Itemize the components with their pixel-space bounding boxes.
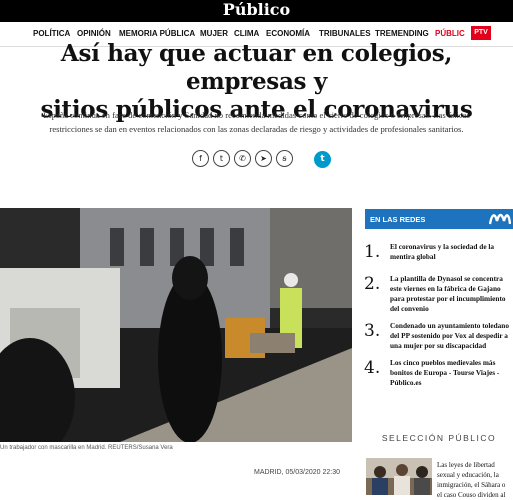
tumblr-icon[interactable]: t <box>314 151 331 168</box>
redes-item-line: este viernes en la fábrica de Gajano <box>390 284 501 293</box>
article-photo <box>0 208 352 442</box>
redes-item-line: una mujer por su discapacidad <box>390 341 487 350</box>
nav-item-tribunales[interactable]: TRIBUNALES <box>319 29 371 38</box>
redes-item-number: 4. <box>364 358 381 378</box>
article-intro: España continúa en fase de contención y … <box>10 108 503 136</box>
nav-item-economia[interactable]: ECONOMÍA <box>266 29 310 38</box>
redes-item-line: Condenado un ayuntamiento toledano <box>390 321 510 330</box>
redes-item-number: 3. <box>364 321 381 341</box>
redes-item-text[interactable]: El coronavirus y la sociedad de la menti… <box>390 242 513 262</box>
redes-item-line: mentira global <box>390 252 436 261</box>
telegram-icon[interactable]: ➤ <box>255 150 272 167</box>
whatsapp-icon[interactable]: ✆ <box>234 150 251 167</box>
redes-item-number: 1. <box>364 242 381 262</box>
redes-item-line: El coronavirus y la sociedad de la <box>390 242 495 251</box>
redes-item-line: del PP sostenido por Vox al despedir a <box>390 331 508 340</box>
article-title-line-1: Así hay que actuar en colegios, empresas… <box>60 40 453 95</box>
nav-item-politica[interactable]: POLÍTICA <box>33 29 70 38</box>
article-dateline: MADRID, 05/03/2020 22:30 <box>254 469 340 476</box>
redes-item-line: Los cinco pueblos medievales más <box>390 358 496 367</box>
redes-item-line: La plantilla de Dynasol se concentra <box>390 274 503 283</box>
redes-item-line: Público.es <box>390 378 422 387</box>
nav-item-tremending[interactable]: TREMENDING <box>375 29 429 38</box>
ptv-badge[interactable]: PTV <box>471 26 491 40</box>
nav-item-public[interactable]: PÚBLIC <box>435 29 465 38</box>
redes-item-text[interactable]: Condenado un ayuntamiento toledano del P… <box>390 321 513 351</box>
redes-item-number: 2. <box>364 274 381 294</box>
seleccion-line: el caso Couso dividen al <box>437 491 506 499</box>
publico-logo[interactable]: Público <box>0 0 513 22</box>
nav-item-clima[interactable]: CLIMA <box>234 29 259 38</box>
redes-item-text[interactable]: La plantilla de Dynasol se concentra est… <box>390 274 513 314</box>
seleccion-line: Las leyes de libertad <box>437 461 495 469</box>
nav-item-mujer[interactable]: MUJER <box>200 29 228 38</box>
seleccion-article-text[interactable]: Las leyes de libertad sexual y educación… <box>437 460 513 500</box>
nav-item-memoria-publica[interactable]: MEMORIA PÚBLICA <box>119 29 195 38</box>
redes-item-text[interactable]: Los cinco pueblos medievales más bonitos… <box>390 358 513 388</box>
redes-item-line: para protestar por el incumplimiento <box>390 294 506 303</box>
redes-item-line: bonitos de Europa - Tourse Viajes - <box>390 368 500 377</box>
redes-item-line: del convenio <box>390 304 429 313</box>
nav-item-opinion[interactable]: OPINIÓN <box>77 29 111 38</box>
facebook-icon[interactable]: f <box>192 150 209 167</box>
meneame-icon[interactable]: ꞩ <box>276 150 293 167</box>
seleccion-thumbnail[interactable] <box>366 458 432 495</box>
article-intro-line-1: España continúa en fase de contención y … <box>43 110 470 120</box>
movistar-logo-icon <box>489 213 511 225</box>
seleccion-line: sexual y educación, la <box>437 471 499 479</box>
photo-caption: Un trabajador con mascarilla en Madrid. … <box>0 445 173 451</box>
twitter-icon[interactable]: t <box>213 150 230 167</box>
article-intro-line-2: restricciones se dan en eventos relacion… <box>49 124 464 134</box>
seleccion-publico-title: SELECCIÓN PÚBLICO <box>381 433 497 443</box>
en-las-redes-title: EN LAS REDES <box>370 215 426 224</box>
seleccion-line: inmigración, el Sáhara o <box>437 481 506 489</box>
